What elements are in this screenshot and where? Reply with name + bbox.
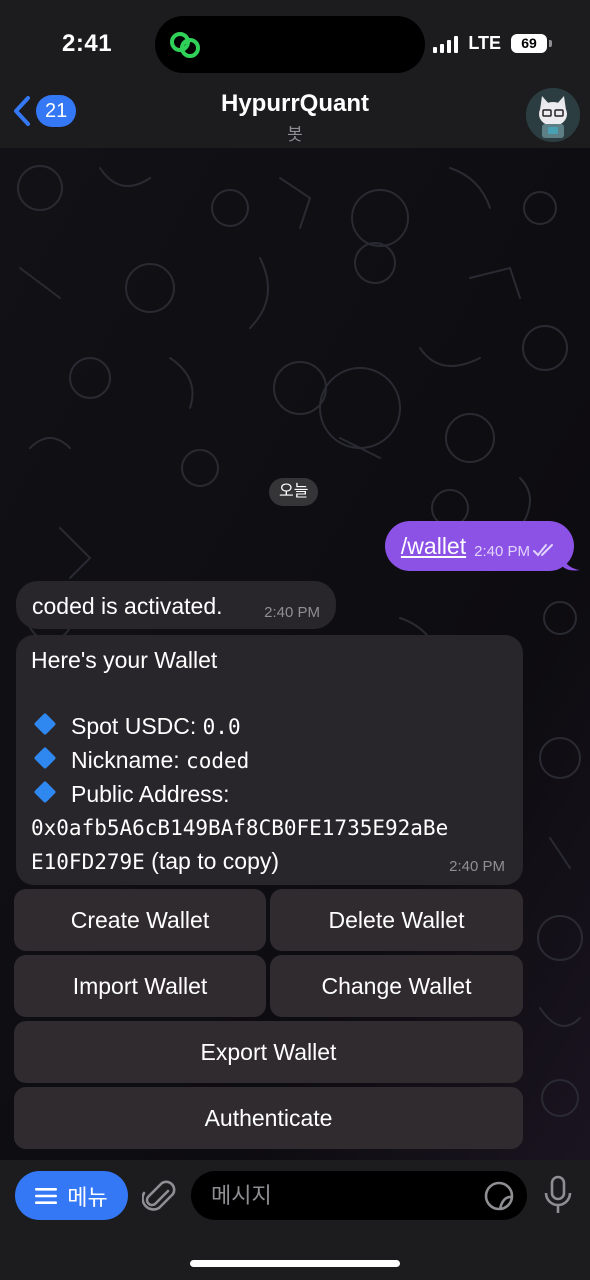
signal-icon (433, 35, 459, 53)
cat-avatar-icon (526, 88, 580, 142)
chat-subtitle: 봇 (287, 125, 303, 144)
read-checks-icon (533, 544, 553, 557)
status-bar: 2:41 LTE 69 (0, 0, 590, 80)
chat-area[interactable]: 오늘 /wallet 2:40 PM coded is activated. 2… (0, 148, 590, 1160)
menu-label: 메뉴 (67, 1184, 108, 1210)
bubble-tail (562, 552, 580, 571)
nickname-row: Nickname: coded (31, 746, 250, 774)
message-time: 2:40 PM (474, 542, 530, 560)
dynamic-island (155, 16, 425, 73)
command-link[interactable]: /wallet (401, 533, 466, 560)
microphone-icon[interactable] (542, 1175, 574, 1217)
blue-diamond-icon (33, 712, 57, 736)
wallet-heading: Here's your Wallet (31, 647, 218, 673)
menu-button[interactable]: 메뉴 (15, 1171, 128, 1220)
paperclip-icon[interactable] (142, 1177, 178, 1217)
sticker-icon[interactable] (483, 1180, 515, 1212)
spot-usdc-row: Spot USDC: 0.0 (31, 712, 241, 740)
battery-tip (549, 40, 552, 47)
nickname-label: Nickname: (71, 747, 187, 773)
address-row: Public Address: (31, 780, 230, 808)
message-time: 2:40 PM (449, 858, 505, 875)
incoming-message[interactable]: coded is activated. 2:40 PM (16, 581, 336, 629)
message-input[interactable] (191, 1171, 527, 1220)
hamburger-icon (35, 1187, 58, 1204)
nickname-value: coded (186, 749, 250, 773)
export-wallet-button[interactable]: Export Wallet (14, 1021, 523, 1083)
address-tail[interactable]: E10FD279E (31, 850, 145, 874)
copy-hint: (tap to copy) (144, 848, 280, 874)
chain-link-icon (170, 32, 200, 58)
message-text: coded is activated. (32, 593, 223, 619)
change-wallet-button[interactable]: Change Wallet (270, 955, 523, 1017)
spot-label: Spot USDC: (71, 713, 203, 739)
spot-value: 0.0 (202, 715, 241, 739)
status-time: 2:41 (62, 30, 113, 57)
import-wallet-button[interactable]: Import Wallet (14, 955, 266, 1017)
wallet-message[interactable]: Here's your Wallet Spot USDC: 0.0 Nickna… (16, 635, 523, 885)
create-wallet-button[interactable]: Create Wallet (14, 889, 266, 951)
chat-title[interactable]: HypurrQuant (0, 90, 590, 118)
authenticate-button[interactable]: Authenticate (14, 1087, 523, 1149)
outgoing-message[interactable]: /wallet 2:40 PM (384, 521, 574, 571)
blue-diamond-icon (33, 780, 57, 804)
address-line-1[interactable]: 0x0afb5A6cB149BAf8CB0FE1735E92aBe (31, 816, 448, 840)
address-label: Public Address: (71, 781, 230, 807)
message-time: 2:40 PM (264, 604, 320, 621)
date-separator: 오늘 (269, 478, 319, 506)
battery-icon: 69 (511, 34, 547, 53)
network-label: LTE (468, 33, 501, 53)
blue-diamond-icon (33, 746, 57, 770)
chat-header: 21 HypurrQuant 봇 (0, 80, 590, 148)
delete-wallet-button[interactable]: Delete Wallet (270, 889, 523, 951)
bot-avatar[interactable] (526, 88, 580, 142)
address-line-2[interactable]: E10FD279E (tap to copy) (31, 848, 279, 875)
home-indicator[interactable] (190, 1260, 400, 1267)
status-indicators: LTE 69 (433, 33, 552, 54)
